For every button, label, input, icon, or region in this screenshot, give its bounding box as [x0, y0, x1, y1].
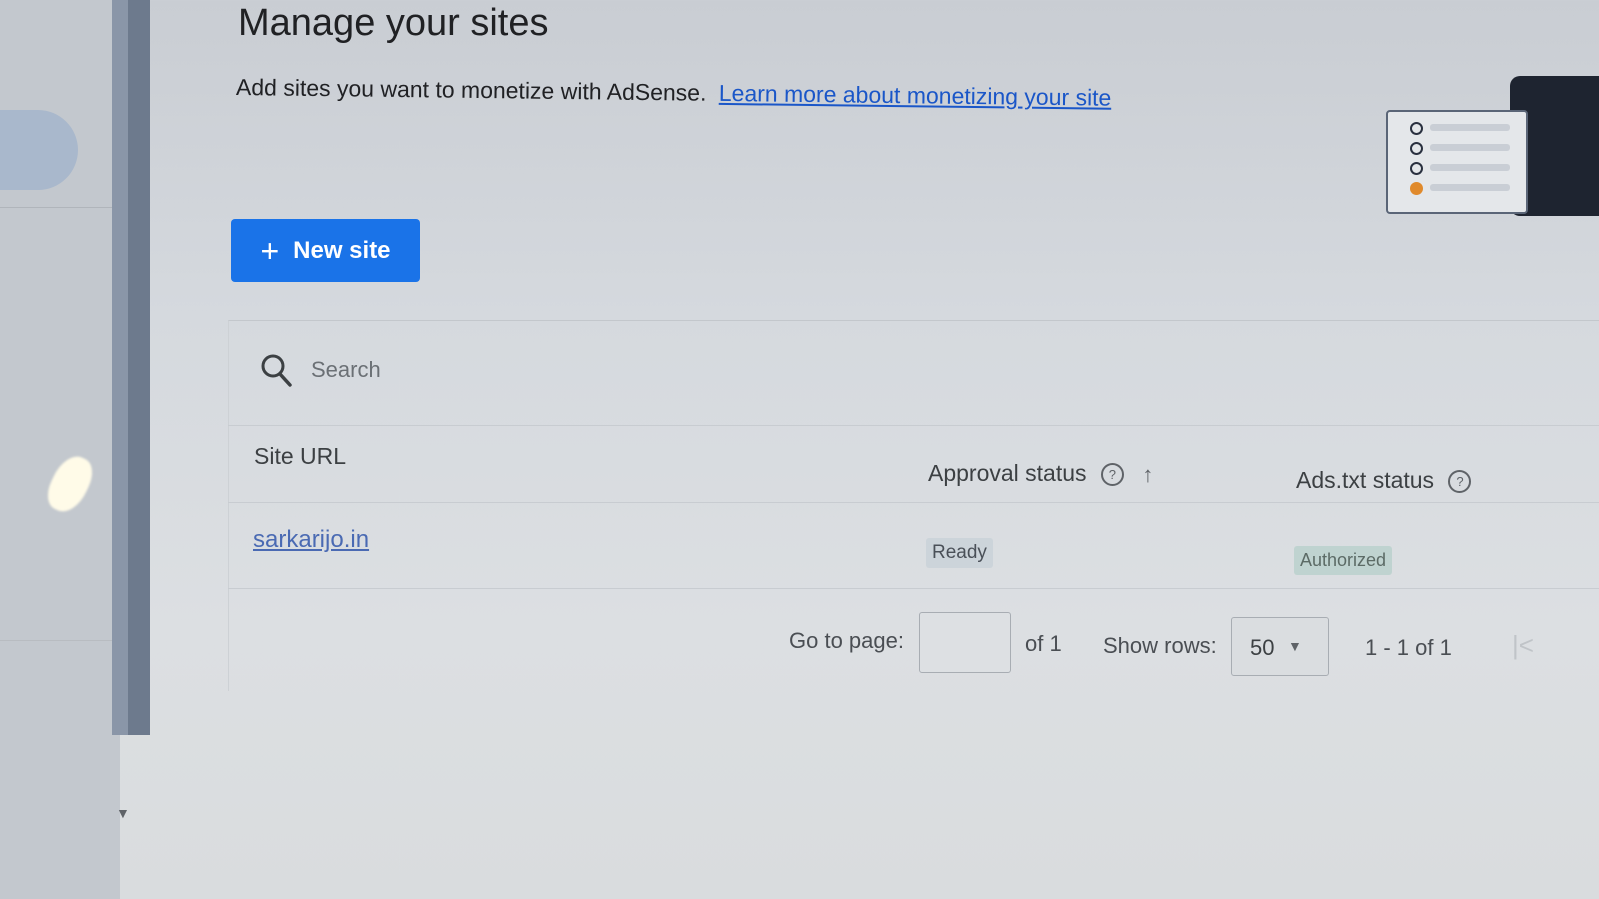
illustration-dot — [1410, 122, 1423, 135]
illustration-line — [1430, 124, 1510, 131]
left-nav-active-item[interactable] — [0, 110, 78, 190]
collapse-caret-icon[interactable]: ▼ — [116, 805, 130, 821]
panel-divider-shadow — [128, 0, 150, 735]
go-to-page-label: Go to page: — [789, 628, 904, 653]
search-icon[interactable] — [260, 353, 292, 387]
help-icon[interactable]: ? — [1100, 463, 1124, 487]
left-nav-divider — [0, 207, 120, 208]
illustration-dot — [1410, 142, 1423, 155]
rows-per-page-select[interactable]: 50 ▼ — [1231, 617, 1329, 676]
column-header-approval-status[interactable]: Approval status ? ↑ — [928, 460, 1153, 488]
new-site-label: New site — [293, 236, 391, 264]
site-url-link[interactable]: sarkarijo.in — [253, 526, 369, 554]
table-divider — [228, 502, 1599, 503]
column-header-label: Site URL — [254, 443, 347, 469]
approval-status-badge: Ready — [926, 538, 993, 568]
ads-txt-status-badge: Authorized — [1294, 546, 1393, 575]
chevron-down-icon: ▼ — [1288, 638, 1302, 654]
illustration-line — [1430, 144, 1510, 151]
illustration-card — [1386, 110, 1528, 214]
page-count: of 1 — [1025, 631, 1062, 656]
subtitle-text: Add sites you want to monetize with AdSe… — [235, 74, 707, 106]
page-number-input[interactable] — [919, 612, 1011, 673]
column-header-site-url[interactable]: Site URL — [254, 443, 346, 470]
table-divider — [228, 588, 1599, 589]
table-divider — [228, 425, 1599, 426]
plus-icon: + — [260, 232, 280, 269]
column-header-ads-txt-status[interactable]: Ads.txt status ? — [1296, 467, 1472, 494]
page-title: Manage your sites — [238, 2, 549, 44]
new-site-button[interactable]: + New site — [231, 219, 420, 282]
column-header-label: Ads.txt status — [1296, 467, 1435, 493]
learn-more-link[interactable]: Learn more about monetizing your site — [719, 80, 1112, 111]
sites-illustration — [1380, 70, 1599, 220]
illustration-line — [1430, 184, 1510, 191]
left-nav-divider — [0, 640, 120, 641]
rows-per-page-value: 50 — [1250, 635, 1275, 660]
search-input[interactable]: Search — [311, 357, 381, 383]
sort-arrow-icon[interactable]: ↑ — [1142, 462, 1153, 488]
illustration-dot — [1410, 182, 1423, 195]
illustration-line — [1430, 164, 1510, 171]
pagination-range: 1 - 1 of 1 — [1365, 635, 1452, 660]
page-subtitle: Add sites you want to monetize with AdSe… — [236, 74, 1112, 112]
illustration-dot — [1410, 162, 1423, 175]
help-icon[interactable]: ? — [1448, 470, 1472, 494]
show-rows-label: Show rows: — [1103, 633, 1217, 658]
first-page-icon[interactable]: |< — [1512, 630, 1534, 661]
column-header-label: Approval status — [928, 460, 1087, 486]
